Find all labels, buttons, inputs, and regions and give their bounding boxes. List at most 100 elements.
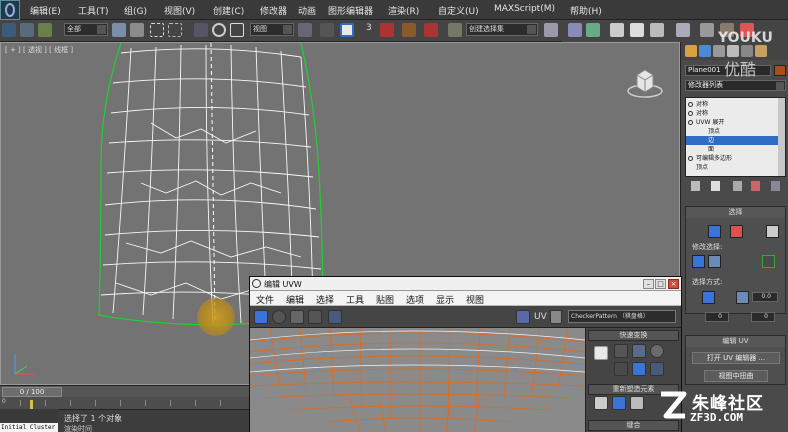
uv-mirror-icon[interactable]: [328, 310, 342, 324]
app-logo-icon[interactable]: [0, 0, 20, 20]
mirror-icon[interactable]: [544, 23, 558, 37]
time-slider-thumb[interactable]: 0 / 100: [2, 387, 62, 397]
select-by-element-icon[interactable]: [702, 291, 715, 304]
menu-create[interactable]: 创建(C): [213, 4, 244, 17]
face-subobject-icon[interactable]: [730, 225, 743, 238]
rotate-90-icon[interactable]: [650, 344, 664, 358]
window-crossing-icon[interactable]: [168, 23, 182, 37]
grow-selection-icon[interactable]: [692, 255, 705, 268]
edit-uv-rollout-title[interactable]: 编辑 UV: [686, 336, 785, 347]
reference-coord-dropdown[interactable]: 视图: [250, 23, 294, 36]
stack-item-symmetry-1[interactable]: 对称: [686, 100, 779, 109]
space-vertical-icon[interactable]: [650, 362, 664, 376]
quick-transform-rollout[interactable]: 快速变换: [588, 330, 679, 341]
modifier-stack[interactable]: 对称 对称 UVW 展开 顶点 边 面 可编辑多边形 顶点: [685, 97, 786, 177]
stack-item-symmetry-2[interactable]: 对称: [686, 109, 779, 118]
show-map-icon[interactable]: [516, 310, 530, 324]
percent-snap-icon[interactable]: [402, 23, 416, 37]
menu-graph-editors[interactable]: 图形编辑器: [328, 4, 373, 17]
render-setup-icon[interactable]: [700, 23, 714, 37]
menu-modifiers[interactable]: 修改器: [260, 4, 287, 17]
align-y-icon[interactable]: [632, 344, 646, 358]
relax-icon[interactable]: [612, 396, 626, 410]
menu-edit[interactable]: 编辑(E): [30, 4, 61, 17]
uvw-menu-edit[interactable]: 编辑: [286, 293, 304, 306]
uv-move-icon[interactable]: [254, 310, 268, 324]
menu-maxscript[interactable]: MAXScript(M): [494, 4, 555, 14]
object-color-swatch[interactable]: [774, 65, 786, 76]
tweak-in-view-button[interactable]: 视图中扭曲: [704, 370, 768, 382]
uvw-menu-select[interactable]: 选择: [316, 293, 334, 306]
pelt-spinner[interactable]: 0: [705, 312, 729, 322]
uv-editor-canvas[interactable]: [250, 328, 585, 432]
configure-sets-icon[interactable]: [771, 181, 780, 191]
space-horizontal-icon[interactable]: [632, 362, 646, 376]
schematic-view-icon[interactable]: [650, 23, 664, 37]
spinner-snap-icon[interactable]: [424, 23, 438, 37]
uv-freeform-icon[interactable]: [308, 310, 322, 324]
modifier-list-dropdown[interactable]: 修改器列表: [685, 80, 786, 91]
make-unique-icon[interactable]: [733, 181, 742, 191]
stack-item-edge[interactable]: 边: [686, 136, 779, 145]
edge-subobject-icon[interactable]: [708, 225, 721, 238]
rect-selection-icon[interactable]: [150, 23, 164, 37]
uvw-menu-display[interactable]: 显示: [436, 293, 454, 306]
create-tab-icon[interactable]: [685, 45, 697, 57]
trackbar[interactable]: 0: [0, 397, 250, 409]
snaps-toggle-icon[interactable]: 3: [366, 23, 380, 37]
open-uv-editor-button[interactable]: 打开 UV 编辑器 ...: [692, 352, 780, 364]
planar-angle-icon[interactable]: [736, 291, 749, 304]
selection-filter-dropdown[interactable]: 全部: [64, 23, 108, 36]
uvw-menu-tools[interactable]: 工具: [346, 293, 364, 306]
modify-tab-icon[interactable]: [699, 45, 711, 57]
scale-icon[interactable]: [230, 23, 244, 37]
maximize-button[interactable]: □: [655, 279, 666, 289]
stack-item-unwrap-uvw[interactable]: UVW 展开: [686, 118, 779, 127]
shrink-selection-icon[interactable]: [708, 255, 721, 268]
uv-mode-icon[interactable]: [550, 310, 562, 324]
viewport-label[interactable]: [ + ] [ 透视 ] [ 线框 ]: [5, 45, 73, 55]
minimize-button[interactable]: –: [643, 279, 654, 289]
curve-editor-icon[interactable]: [630, 23, 644, 37]
time-slider[interactable]: 0 / 100: [0, 385, 250, 397]
stack-item-vertex-2[interactable]: 顶点: [686, 163, 779, 172]
stack-item-editable-poly[interactable]: 可编辑多边形: [686, 154, 779, 163]
viewcube-icon[interactable]: [625, 65, 665, 101]
uv-rotate-icon[interactable]: [272, 310, 286, 324]
menu-views[interactable]: 视图(V): [164, 4, 195, 17]
close-button[interactable]: ×: [668, 279, 679, 289]
remove-modifier-icon[interactable]: [751, 181, 760, 191]
uv-scale-icon[interactable]: [290, 310, 304, 324]
select-by-name-icon[interactable]: [130, 23, 144, 37]
maxscript-listener-input[interactable]: Initial Cluster: [0, 423, 58, 432]
align-icon[interactable]: [568, 23, 582, 37]
select-object-icon[interactable]: [112, 23, 126, 37]
pin-stack-icon[interactable]: [691, 181, 700, 191]
straighten-icon[interactable]: [594, 396, 608, 410]
menu-group[interactable]: 组(G): [124, 4, 147, 17]
maxscript-listener-area[interactable]: [0, 409, 58, 422]
uvw-menu-options[interactable]: 选项: [406, 293, 424, 306]
uvw-menu-mapping[interactable]: 贴图: [376, 293, 394, 306]
stack-item-face[interactable]: 面: [686, 145, 779, 154]
relax-settings-icon[interactable]: [630, 396, 644, 410]
uvw-titlebar[interactable]: 编辑 UVW – □ ×: [250, 277, 681, 291]
loop-selection-icon[interactable]: [762, 255, 775, 268]
utilities-tab-icon[interactable]: [755, 45, 767, 57]
select-by-id-spinner[interactable]: 0: [751, 312, 775, 322]
uvw-menu-view[interactable]: 视图: [466, 293, 484, 306]
bind-spacewarp-icon[interactable]: [38, 23, 52, 37]
menu-rendering[interactable]: 渲染(R): [388, 4, 419, 17]
edit-named-selection-icon[interactable]: [448, 23, 462, 37]
element-subobject-icon[interactable]: [766, 225, 779, 238]
layer-manager-icon[interactable]: [586, 23, 600, 37]
pivot-center-icon[interactable]: [298, 23, 312, 37]
menu-customize[interactable]: 自定义(U): [438, 4, 479, 17]
uv-coordinate-label[interactable]: UV: [534, 312, 547, 322]
planar-angle-spinner[interactable]: 0.0: [752, 292, 778, 302]
rotate-icon[interactable]: [212, 23, 226, 37]
show-end-result-icon[interactable]: [711, 181, 720, 191]
stack-scrollbar[interactable]: [778, 98, 785, 176]
menu-help[interactable]: 帮助(H): [570, 4, 602, 17]
unlink-icon[interactable]: [20, 23, 34, 37]
